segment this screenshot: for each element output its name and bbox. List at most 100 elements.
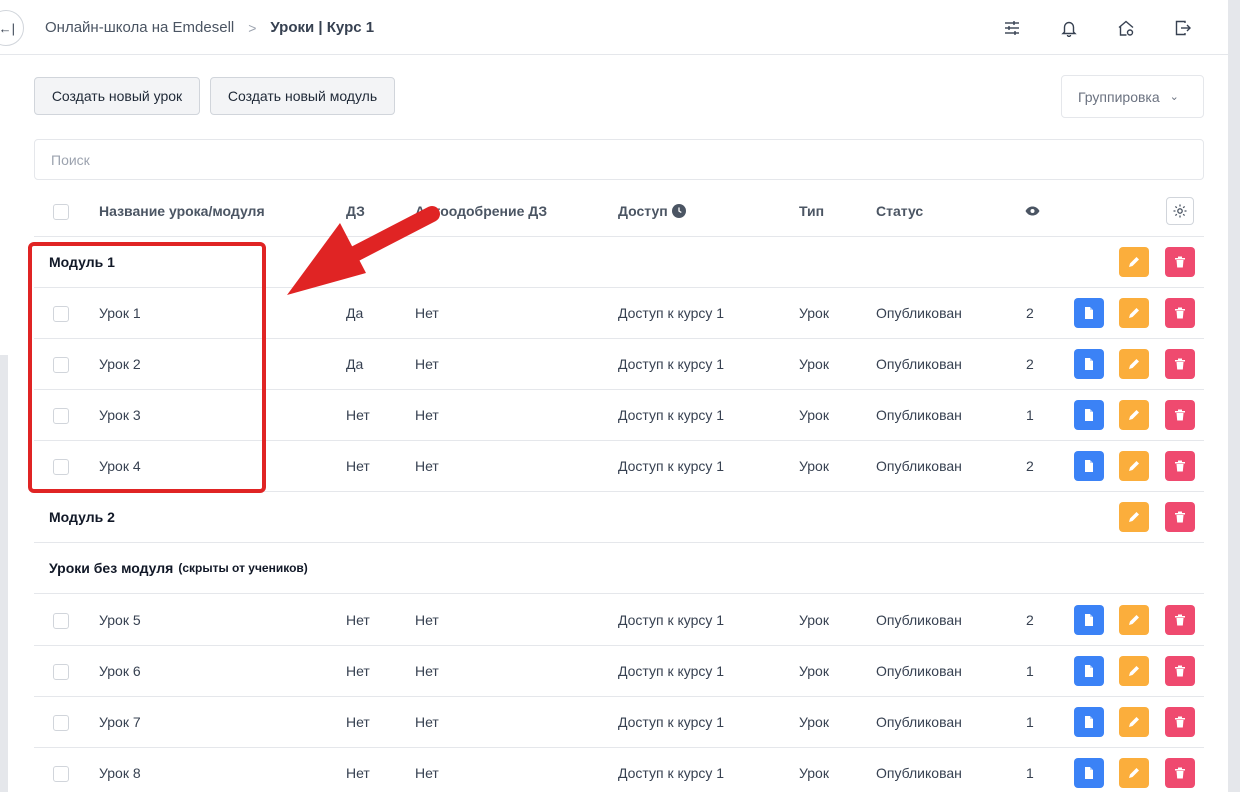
delete-button[interactable]	[1165, 349, 1195, 379]
no-module-row: Уроки без модуля (скрыты от учеников)	[34, 543, 1204, 594]
pencil-icon	[1127, 664, 1141, 678]
pencil-icon	[1127, 766, 1141, 780]
pencil-icon	[1127, 715, 1141, 729]
row-checkbox[interactable]	[53, 766, 69, 782]
open-lesson-button[interactable]	[1074, 400, 1104, 430]
row-checkbox[interactable]	[53, 408, 69, 424]
row-checkbox[interactable]	[53, 715, 69, 731]
lesson-access: Доступ к курсу 1	[618, 458, 725, 474]
delete-button[interactable]	[1165, 656, 1195, 686]
edit-button[interactable]	[1119, 656, 1149, 686]
delete-module-button[interactable]	[1165, 502, 1195, 532]
open-lesson-button[interactable]	[1074, 605, 1104, 635]
header-type[interactable]: Тип	[799, 186, 824, 236]
search-placeholder: Поиск	[51, 151, 90, 168]
gear-icon[interactable]	[1166, 197, 1194, 225]
lesson-status: Опубликован	[876, 663, 962, 679]
logout-icon[interactable]	[1173, 18, 1193, 38]
lesson-name[interactable]: Урок 6	[99, 646, 141, 696]
edit-button[interactable]	[1119, 349, 1149, 379]
open-lesson-button[interactable]	[1074, 707, 1104, 737]
delete-button[interactable]	[1165, 707, 1195, 737]
open-lesson-button[interactable]	[1074, 451, 1104, 481]
table-row[interactable]: Урок 8 Нет Нет Доступ к курсу 1 Урок Опублико…	[34, 748, 1204, 792]
table-row[interactable]: Урок 3 Нет Нет Доступ к курсу 1 Урок Опублико…	[34, 390, 1204, 441]
row-checkbox[interactable]	[53, 357, 69, 373]
breadcrumb-school[interactable]: Онлайн-школа на Emdesell	[45, 19, 234, 36]
header-name[interactable]: Название урока/модуля	[99, 186, 265, 236]
grouping-dropdown[interactable]: Группировка ⌄	[1061, 75, 1204, 118]
lesson-auto: Нет	[415, 714, 439, 730]
scrollbar-track[interactable]	[1228, 0, 1240, 792]
lesson-name[interactable]: Урок 5	[99, 595, 141, 645]
row-checkbox[interactable]	[53, 613, 69, 629]
create-lesson-button[interactable]: Создать новый урок	[34, 77, 200, 115]
header-access-cell[interactable]: Доступ	[618, 186, 686, 236]
file-icon	[1082, 408, 1096, 422]
pencil-icon	[1127, 357, 1141, 371]
trash-icon	[1173, 459, 1187, 473]
delete-button[interactable]	[1165, 758, 1195, 788]
trash-icon	[1173, 357, 1187, 371]
lesson-type: Урок	[799, 714, 829, 730]
lesson-name[interactable]: Урок 8	[99, 748, 141, 792]
lesson-access: Доступ к курсу 1	[618, 765, 725, 781]
edit-button[interactable]	[1119, 605, 1149, 635]
lesson-name[interactable]: Урок 1	[99, 288, 141, 338]
breadcrumb: Онлайн-школа на Emdesell > Уроки | Курс …	[45, 19, 374, 36]
lesson-name[interactable]: Урок 2	[99, 339, 141, 389]
lesson-name[interactable]: Урок 4	[99, 441, 141, 491]
edit-button[interactable]	[1119, 298, 1149, 328]
open-lesson-button[interactable]	[1074, 758, 1104, 788]
lesson-auto: Нет	[415, 612, 439, 628]
table-row[interactable]: Урок 6 Нет Нет Доступ к курсу 1 Урок Опублико…	[34, 646, 1204, 697]
module-title: Уроки без модуля	[49, 560, 174, 576]
header-status[interactable]: Статус	[876, 186, 923, 236]
edit-button[interactable]	[1119, 400, 1149, 430]
lesson-name[interactable]: Урок 3	[99, 390, 141, 440]
open-lesson-button[interactable]	[1074, 298, 1104, 328]
table-row[interactable]: Урок 7 Нет Нет Доступ к курсу 1 Урок Опублико…	[34, 697, 1204, 748]
open-lesson-button[interactable]	[1074, 349, 1104, 379]
table-row[interactable]: Урок 2 Да Нет Доступ к курсу 1 Урок Опубликов…	[34, 339, 1204, 390]
table-row[interactable]: Урок 1 Да Нет Доступ к курсу 1 Урок Опубликов…	[34, 288, 1204, 339]
home-settings-icon[interactable]	[1116, 18, 1136, 38]
delete-button[interactable]	[1165, 451, 1195, 481]
delete-button[interactable]	[1165, 605, 1195, 635]
table-row[interactable]: Урок 5 Нет Нет Доступ к курсу 1 Урок Опублико…	[34, 595, 1204, 646]
lesson-views: 2	[1026, 305, 1034, 321]
table-row[interactable]: Урок 4 Нет Нет Доступ к курсу 1 Урок Опублико…	[34, 441, 1204, 492]
create-module-button[interactable]: Создать новый модуль	[210, 77, 395, 115]
row-checkbox[interactable]	[53, 306, 69, 322]
delete-button[interactable]	[1165, 400, 1195, 430]
delete-module-button[interactable]	[1165, 247, 1195, 277]
file-icon	[1082, 766, 1096, 780]
edit-button[interactable]	[1119, 451, 1149, 481]
header-hw[interactable]: ДЗ	[346, 186, 365, 236]
pencil-icon	[1127, 613, 1141, 627]
delete-button[interactable]	[1165, 298, 1195, 328]
select-all-checkbox[interactable]	[53, 204, 69, 220]
edit-button[interactable]	[1119, 758, 1149, 788]
bell-icon[interactable]	[1059, 18, 1079, 38]
file-icon	[1082, 459, 1096, 473]
module-title: Модуль 2	[49, 509, 115, 525]
lesson-name[interactable]: Урок 7	[99, 697, 141, 747]
file-icon	[1082, 357, 1096, 371]
edit-button[interactable]	[1119, 707, 1149, 737]
edit-module-button[interactable]	[1119, 502, 1149, 532]
row-checkbox[interactable]	[53, 459, 69, 475]
search-input[interactable]: Поиск	[34, 139, 1204, 180]
header-auto[interactable]: Автоодобрение ДЗ	[415, 186, 547, 236]
sliders-icon[interactable]	[1002, 18, 1022, 38]
lesson-type: Урок	[799, 356, 829, 372]
row-checkbox[interactable]	[53, 664, 69, 680]
trash-icon	[1173, 408, 1187, 422]
chevron-down-icon: ⌄	[1169, 91, 1179, 103]
collapse-left-icon[interactable]: ←|	[0, 10, 24, 46]
pencil-icon	[1127, 459, 1141, 473]
edit-module-button[interactable]	[1119, 247, 1149, 277]
open-lesson-button[interactable]	[1074, 656, 1104, 686]
lesson-auto: Нет	[415, 356, 439, 372]
breadcrumb-current: Уроки | Курс 1	[270, 19, 375, 36]
